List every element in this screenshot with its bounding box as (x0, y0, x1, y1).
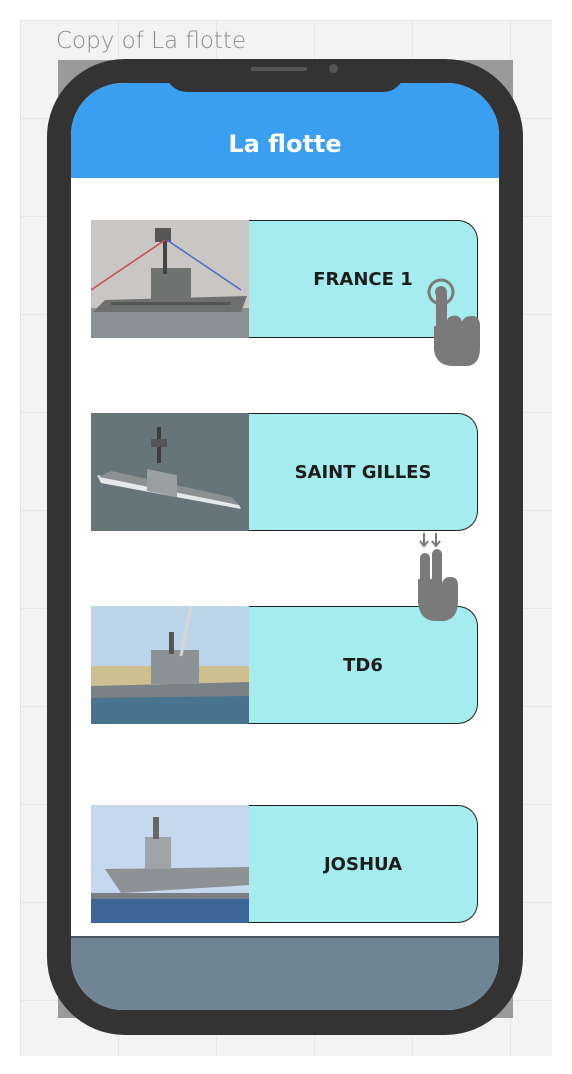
ship-card-joshua[interactable]: JOSHUA (91, 805, 478, 923)
camera-icon (329, 64, 338, 73)
ship-card-saint-gilles[interactable]: SAINT GILLES (91, 413, 478, 531)
speaker-grille (251, 67, 307, 71)
ship-photo-joshua (91, 805, 250, 923)
bottom-bar (71, 936, 499, 1010)
ship-button-saint-gilles[interactable]: SAINT GILLES (249, 413, 478, 531)
two-finger-swipe-down-icon (418, 533, 458, 621)
ship-card-france-1[interactable]: FRANCE 1 (91, 220, 478, 338)
ship-photo-france-1 (91, 220, 250, 338)
phone-notch (165, 59, 405, 92)
tap-hand-icon (427, 278, 480, 366)
app-title: La flotte (228, 130, 342, 158)
app-header: La flotte (71, 83, 499, 178)
ship-photo-td6 (91, 606, 250, 724)
ship-button-joshua[interactable]: JOSHUA (249, 805, 478, 923)
frame-title[interactable]: Copy of La flotte (56, 28, 246, 54)
ship-photo-saint-gilles (91, 413, 250, 531)
